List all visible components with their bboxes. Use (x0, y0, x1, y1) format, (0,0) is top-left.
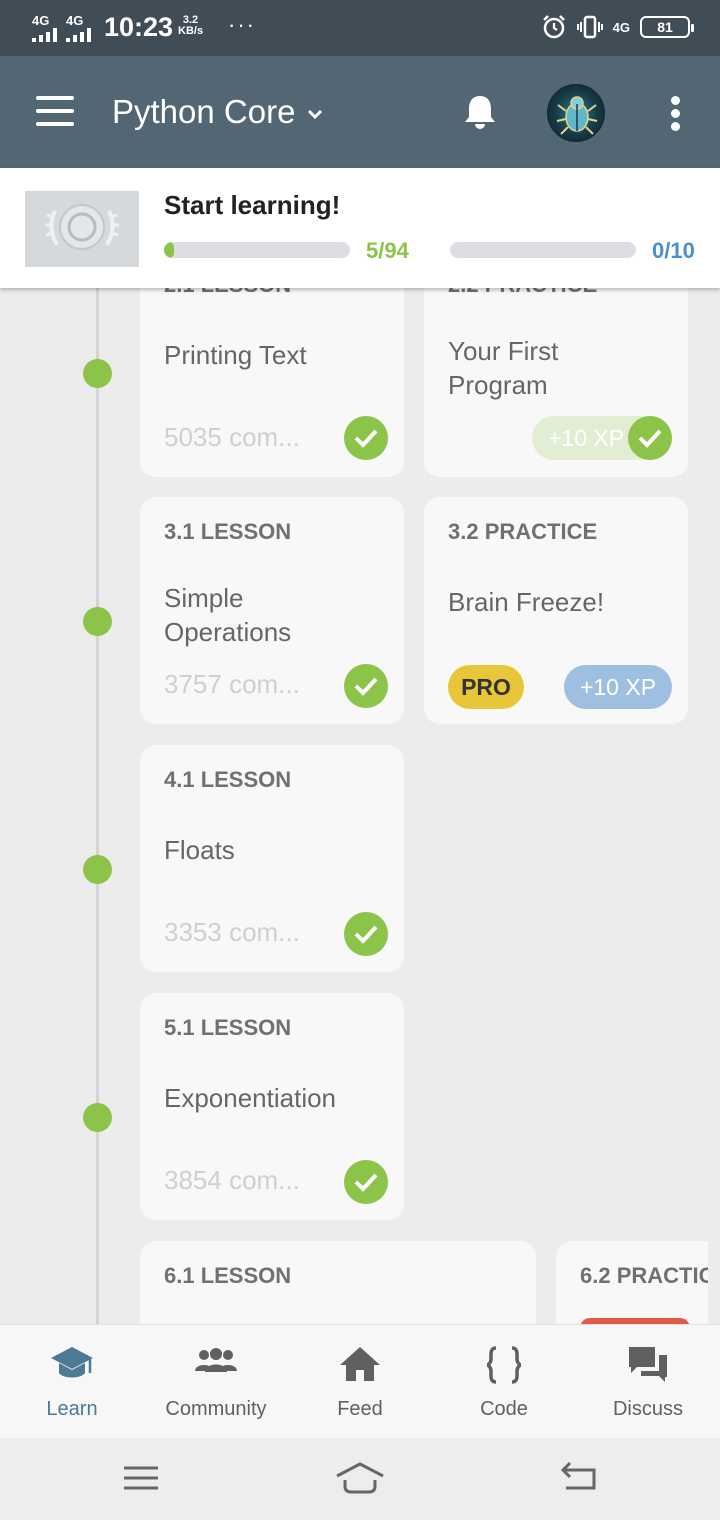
page-title: Python Core (112, 93, 296, 130)
status-bar: 4G 4G 10:23 3.2 KB/s ··· 4G 81 (0, 0, 720, 56)
card-label: 5.1 LESSON (164, 1015, 292, 1040)
nav-learn[interactable]: Learn (0, 1325, 144, 1439)
card-label: 4.1 LESSON (164, 767, 292, 792)
course-selector[interactable]: Python Core (112, 93, 323, 131)
progress-title: Start learning! (164, 190, 341, 220)
practice-progress-bar (450, 242, 636, 258)
card-title: Brain Freeze! (448, 587, 605, 617)
card-label: 6.2 PRACTICE (580, 1263, 708, 1288)
curly-braces-icon (486, 1346, 522, 1384)
card-title: Your First Program (448, 336, 559, 400)
lesson-card-3-1[interactable]: 3.1 LESSON Simple Operations 3757 com... (140, 497, 404, 724)
back-arrow-icon[interactable] (556, 1458, 606, 1498)
comments-count: 3757 com... (164, 669, 300, 699)
nav-discuss[interactable]: Discuss (576, 1325, 720, 1439)
timeline-dot-complete (83, 855, 112, 884)
card-label: 3.2 PRACTICE (448, 519, 598, 544)
checkmark-icon (344, 664, 388, 708)
practice-count: 0/10 (652, 238, 695, 263)
lessons-progress-fill (164, 242, 174, 258)
progress-card: Start learning! 5/94 0/10 (0, 168, 720, 288)
comments-count: 5035 com... (164, 422, 300, 452)
beetle-avatar-icon (556, 96, 598, 135)
people-group-icon (195, 1348, 237, 1372)
timeline-dot-complete (83, 607, 112, 636)
battery-icon: 81 (640, 16, 694, 38)
graduation-cap-icon (51, 1347, 93, 1378)
lessons-progress-bar (164, 242, 350, 258)
signal-bars-icon (66, 28, 91, 42)
home-icon (340, 1347, 380, 1381)
pro-badge: PRO (448, 665, 524, 709)
xp-badge: +10 XP (564, 665, 672, 709)
lessons-count: 5/94 (366, 238, 409, 263)
practice-card-3-2[interactable]: 3.2 PRACTICE Brain Freeze! PRO +10 XP (424, 497, 688, 724)
bottom-navigation: Learn Community Feed Code Discuss (0, 1324, 720, 1438)
card-title: Exponentiation (164, 1083, 337, 1113)
nav-feed[interactable]: Feed (288, 1325, 432, 1439)
checkmark-icon (628, 416, 672, 460)
chevron-down-icon (308, 109, 323, 119)
clock: 10:23 (104, 12, 174, 42)
app-bar: Python Core (0, 56, 720, 168)
lesson-card-6-1[interactable]: 6.1 LESSON (140, 1241, 536, 1324)
home-chevron-icon[interactable] (333, 1458, 387, 1498)
more-options-icon[interactable] (668, 96, 684, 132)
more-notifications-icon: ··· (228, 12, 256, 37)
checkmark-icon (344, 416, 388, 460)
signal-1-icon: 4G (32, 14, 62, 42)
lesson-card-5-1[interactable]: 5.1 LESSON Exponentiation 3854 com... (140, 993, 404, 1220)
network-speed: 3.2 KB/s (178, 14, 204, 37)
card-label: 3.1 LESSON (164, 519, 292, 544)
timeline-line (96, 288, 99, 1324)
card-title: Simple Operations (164, 583, 292, 647)
nav-community[interactable]: Community (144, 1325, 288, 1439)
nav-code[interactable]: Code (432, 1325, 576, 1439)
bell-icon[interactable] (460, 92, 500, 132)
signal-bars-icon (32, 28, 57, 42)
hamburger-menu-icon[interactable] (36, 96, 76, 126)
checkmark-icon (344, 912, 388, 956)
timeline-dot-complete (83, 1103, 112, 1132)
timeline-dot-complete (83, 359, 112, 388)
signal-2-icon: 4G (66, 14, 96, 42)
checkmark-icon (344, 1160, 388, 1204)
comments-count: 3353 com... (164, 917, 300, 947)
system-navigation-bar (0, 1438, 720, 1520)
avatar[interactable] (547, 84, 605, 142)
network-type: 4G (612, 19, 630, 35)
chat-bubbles-icon (629, 1347, 667, 1382)
card-title: Floats (164, 835, 235, 865)
alarm-icon (542, 15, 565, 39)
certificate-badge-image (25, 191, 139, 267)
card-label: 6.1 LESSON (164, 1263, 292, 1288)
practice-card-6-2[interactable]: 6.2 PRACTICE (556, 1241, 708, 1324)
card-title: Printing Text (164, 340, 307, 370)
vibrate-icon (576, 15, 603, 39)
menu-lines-icon[interactable] (116, 1458, 166, 1498)
laurel-badge-icon (45, 204, 119, 250)
lesson-card-4-1[interactable]: 4.1 LESSON Floats 3353 com... (140, 745, 404, 972)
comments-count: 3854 com... (164, 1165, 300, 1195)
status-icons: 4G 81 (541, 14, 694, 40)
